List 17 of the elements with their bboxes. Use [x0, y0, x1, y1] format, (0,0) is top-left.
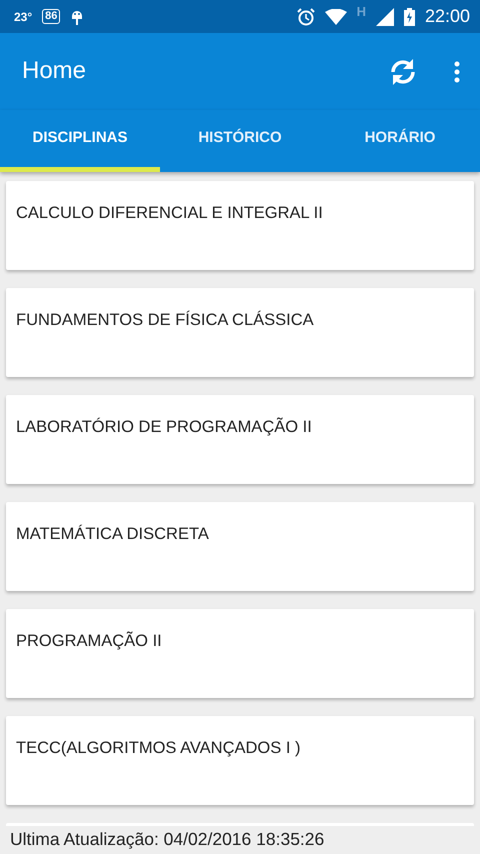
more-options-icon[interactable]	[454, 60, 460, 82]
subject-card[interactable]: MATEMÁTICA DISCRETA	[6, 502, 474, 591]
wifi-icon	[324, 8, 347, 24]
signal-icon	[376, 8, 394, 26]
notification-icon: 86	[42, 9, 60, 24]
temperature-text: 23°	[14, 8, 32, 26]
alarm-icon	[296, 8, 315, 26]
subject-card[interactable]: PROGRAMAÇÃO II	[6, 609, 474, 698]
network-type-text: H	[356, 2, 366, 21]
subject-card[interactable]: LABORATÓRIO DE PROGRAMAÇÃO II	[6, 395, 474, 484]
app-title: Home	[22, 57, 88, 86]
clock-text: 22:00	[424, 5, 470, 28]
subject-card[interactable]: FUNDAMENTOS DE FÍSICA CLÁSSICA	[6, 288, 474, 377]
battery-icon	[404, 8, 415, 26]
tab[interactable]: DISCIPLINAS	[0, 110, 160, 172]
subject-card[interactable]: TECC(ALGORITMOS AVANÇADOS I )	[6, 716, 474, 805]
subject-card[interactable]: CALCULO DIFERENCIAL E INTEGRAL II	[6, 181, 474, 270]
